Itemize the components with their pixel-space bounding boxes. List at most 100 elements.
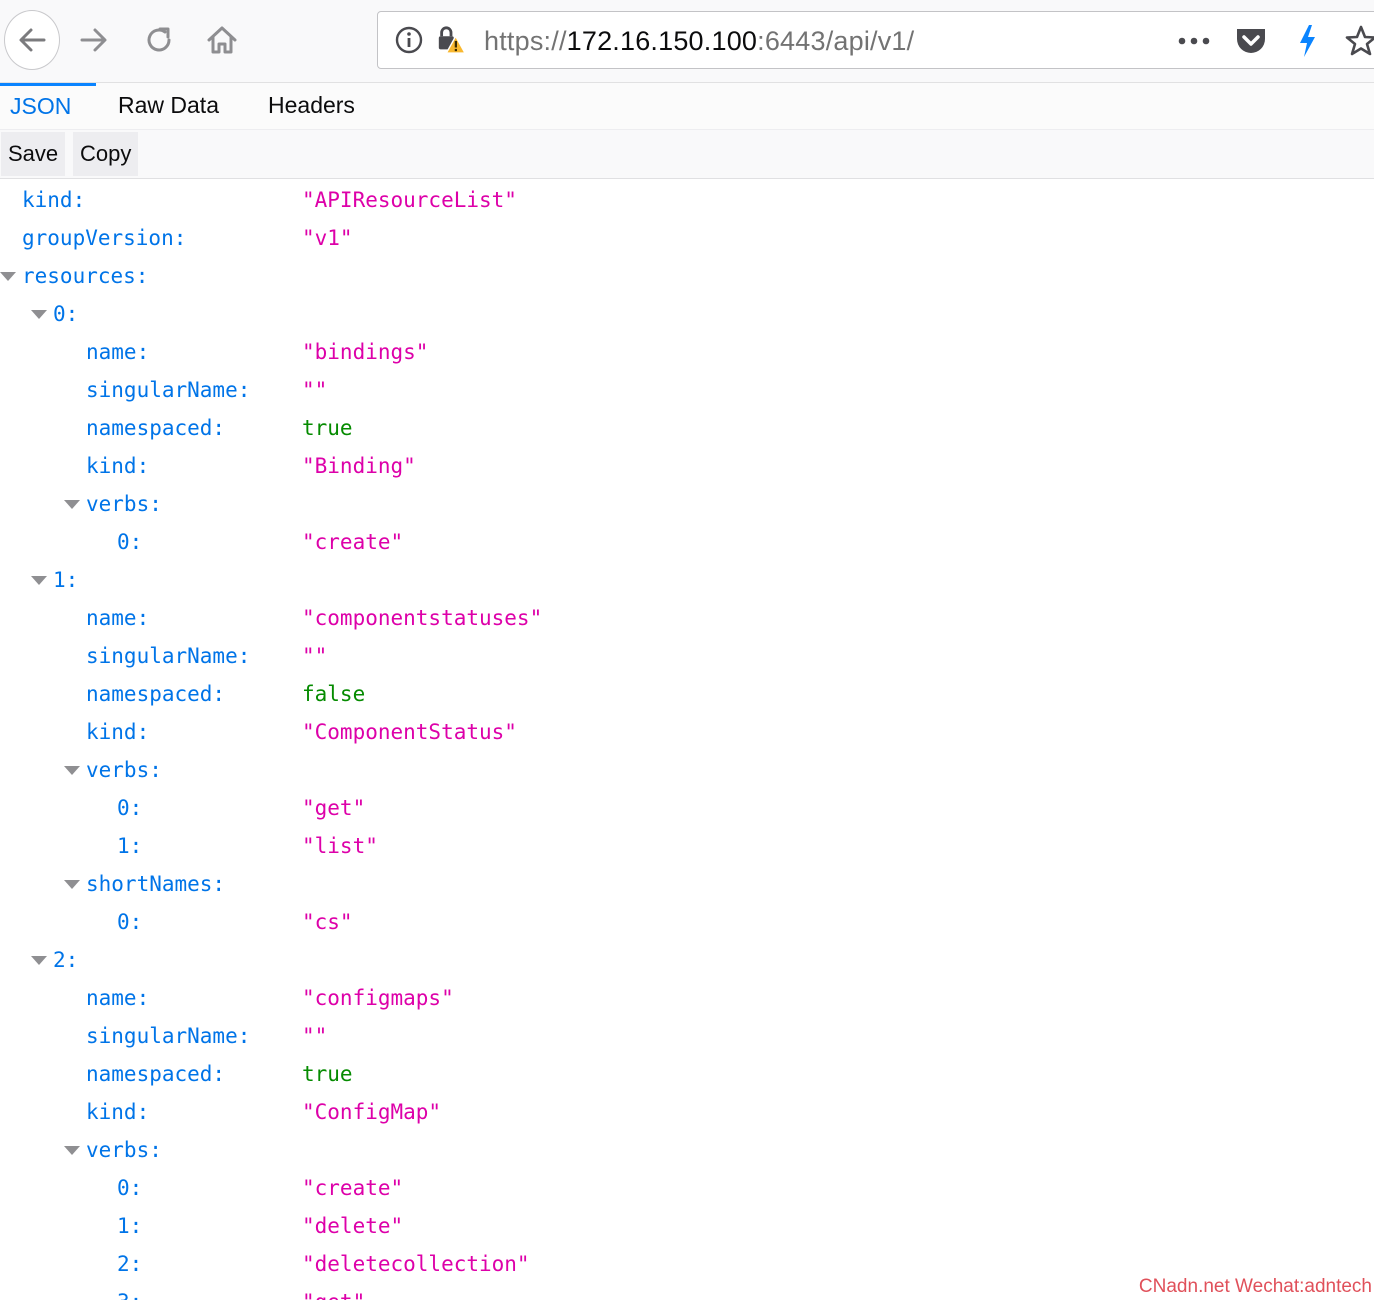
json-key: namespaced: (86, 682, 226, 706)
insecure-lock-icon[interactable] (436, 25, 466, 55)
json-value: "deletecollection" (302, 1252, 530, 1276)
lightning-icon[interactable] (1290, 24, 1324, 58)
json-actions-toolbar: Save Copy (0, 130, 1374, 179)
json-key: kind: (22, 188, 86, 212)
json-value: "v1" (302, 226, 353, 250)
json-row: kind: "Binding" (0, 447, 1374, 485)
url-text[interactable]: https://172.16.150.100:6443/api/v1/ (484, 25, 914, 57)
json-value: "cs" (302, 910, 353, 934)
json-row: namespaced: false (0, 675, 1374, 713)
json-key: 1: (53, 568, 79, 592)
json-row: 0: "create" (0, 1169, 1374, 1207)
json-viewer-tabs: JSON Raw Data Headers (0, 83, 1374, 130)
collapse-toggle-icon[interactable] (31, 310, 47, 319)
json-value: "get" (302, 796, 366, 820)
json-key: 1: (117, 1214, 143, 1238)
json-row-expandable[interactable]: 2: (0, 941, 1374, 979)
json-row: 0: "cs" (0, 903, 1374, 941)
back-arrow-icon (19, 28, 46, 52)
json-row-expandable[interactable]: verbs: (0, 485, 1374, 523)
json-value: "get" (302, 1283, 365, 1300)
url-scheme: https:// (484, 26, 567, 56)
bookmark-star-icon[interactable] (1344, 24, 1374, 58)
json-key: singularName: (86, 378, 251, 402)
pocket-icon[interactable] (1234, 24, 1268, 58)
tab-json[interactable]: JSON (0, 83, 96, 129)
collapse-toggle-icon[interactable] (31, 956, 47, 965)
json-value: "componentstatuses" (302, 606, 543, 630)
tab-headers[interactable]: Headers (258, 83, 365, 129)
json-key: kind: (86, 720, 150, 744)
json-row-expandable[interactable]: verbs: (0, 1131, 1374, 1169)
json-row: 1: "list" (0, 827, 1374, 865)
collapse-toggle-icon[interactable] (64, 880, 80, 889)
json-value: "" (302, 1024, 328, 1048)
json-key: 1: (117, 834, 143, 858)
json-value: "Binding" (302, 454, 416, 478)
json-key: kind: (86, 454, 150, 478)
json-value: true (302, 416, 353, 440)
json-row: 0: "get" (0, 789, 1374, 827)
url-bar[interactable]: https://172.16.150.100:6443/api/v1/ (377, 11, 1374, 69)
json-row: singularName: "" (0, 637, 1374, 675)
json-value: "" (302, 378, 328, 402)
json-key: 0: (117, 530, 143, 554)
json-value: "ConfigMap" (302, 1100, 442, 1124)
json-row: singularName: "" (0, 371, 1374, 409)
json-value: "create" (302, 530, 404, 554)
collapse-toggle-icon[interactable] (0, 272, 16, 281)
info-icon[interactable] (394, 25, 424, 55)
home-button[interactable] (200, 18, 244, 62)
url-host: 172.16.150.100 (566, 26, 758, 56)
json-row: singularName: "" (0, 1017, 1374, 1055)
watermark: CNadn.net Wechat:adntech (1138, 1276, 1372, 1297)
json-key: 2: (53, 948, 79, 972)
json-value: "configmaps" (302, 986, 454, 1010)
json-key: singularName: (86, 644, 251, 668)
json-value: "APIResourceList" (302, 188, 517, 212)
tab-raw-data[interactable]: Raw Data (108, 83, 229, 129)
json-row: groupVersion: "v1" (0, 219, 1374, 257)
json-value: "delete" (302, 1214, 404, 1238)
reload-icon (147, 27, 171, 52)
json-row-expandable[interactable]: verbs: (0, 751, 1374, 789)
json-value: "create" (302, 1176, 404, 1200)
forward-arrow-icon (80, 28, 107, 52)
json-row: namespaced: true (0, 1055, 1374, 1093)
json-row-expandable[interactable]: 0: (0, 295, 1374, 333)
json-key: name: (86, 606, 150, 630)
copy-button[interactable]: Copy (73, 132, 139, 176)
json-key: 0: (117, 796, 143, 820)
forward-button[interactable] (72, 18, 116, 62)
json-value: "ComponentStatus" (302, 720, 517, 744)
json-row-expandable[interactable]: resources: (0, 257, 1374, 295)
reload-button[interactable] (137, 18, 181, 62)
collapse-toggle-icon[interactable] (31, 576, 47, 585)
collapse-toggle-icon[interactable] (64, 766, 80, 775)
collapse-toggle-icon[interactable] (64, 1146, 80, 1155)
json-key: 0: (117, 1176, 143, 1200)
json-row-expandable[interactable]: 1: (0, 561, 1374, 599)
json-value: false (302, 682, 366, 706)
json-value: true (302, 1062, 353, 1086)
json-key: name: (86, 340, 150, 364)
home-icon (207, 26, 237, 54)
json-tree: kind: "APIResourceList" groupVersion: "v1" r… (0, 181, 1374, 1300)
save-button[interactable]: Save (1, 132, 66, 176)
json-row: 1: "delete" (0, 1207, 1374, 1245)
json-key: 2: (117, 1252, 143, 1276)
collapse-toggle-icon[interactable] (64, 500, 80, 509)
json-key: namespaced: (86, 1062, 226, 1086)
page-actions-icon[interactable] (1177, 24, 1211, 58)
json-key: 0: (117, 910, 143, 934)
json-key: 3: (117, 1283, 142, 1300)
json-row: namespaced: true (0, 409, 1374, 447)
json-key: namespaced: (86, 416, 226, 440)
json-row-expandable[interactable]: shortNames: (0, 865, 1374, 903)
json-key: shortNames: (86, 872, 226, 896)
json-key: kind: (86, 1100, 150, 1124)
json-key: 0: (53, 302, 79, 326)
json-row: kind: "ConfigMap" (0, 1093, 1374, 1131)
json-row: name: "bindings" (0, 333, 1374, 371)
back-button[interactable] (4, 10, 60, 70)
